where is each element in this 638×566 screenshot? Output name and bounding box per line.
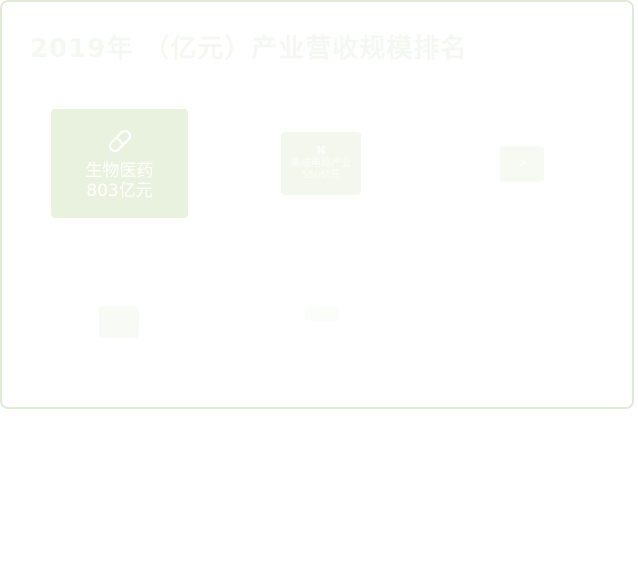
industry-tile-4[interactable] [99,306,139,338]
card-title: 2019年 （亿元）产业营收规模排名 [30,34,468,64]
industry-ranking-card: 2019年 （亿元）产业营收规模排名 生物医药 803亿元 ⌘ 集成电路产业 5… [0,0,634,409]
industry-tile-ic[interactable]: ⌘ 集成电路产业 550亿元 [281,132,361,195]
tile-name: 集成电路产业 [291,158,351,169]
tile-value: 550亿元 [301,170,341,181]
industry-tile-3[interactable]: ↗ [500,146,544,182]
industry-tile-biomedicine[interactable]: 生物医药 803亿元 [51,109,188,218]
tile-name: 生物医药 [85,160,154,181]
pill-icon [108,129,131,152]
arrow-icon: ↗ [516,157,528,171]
industry-tile-5[interactable] [305,307,339,321]
tile-value: 803亿元 [86,181,153,201]
chip-icon: ⌘ [315,144,327,157]
